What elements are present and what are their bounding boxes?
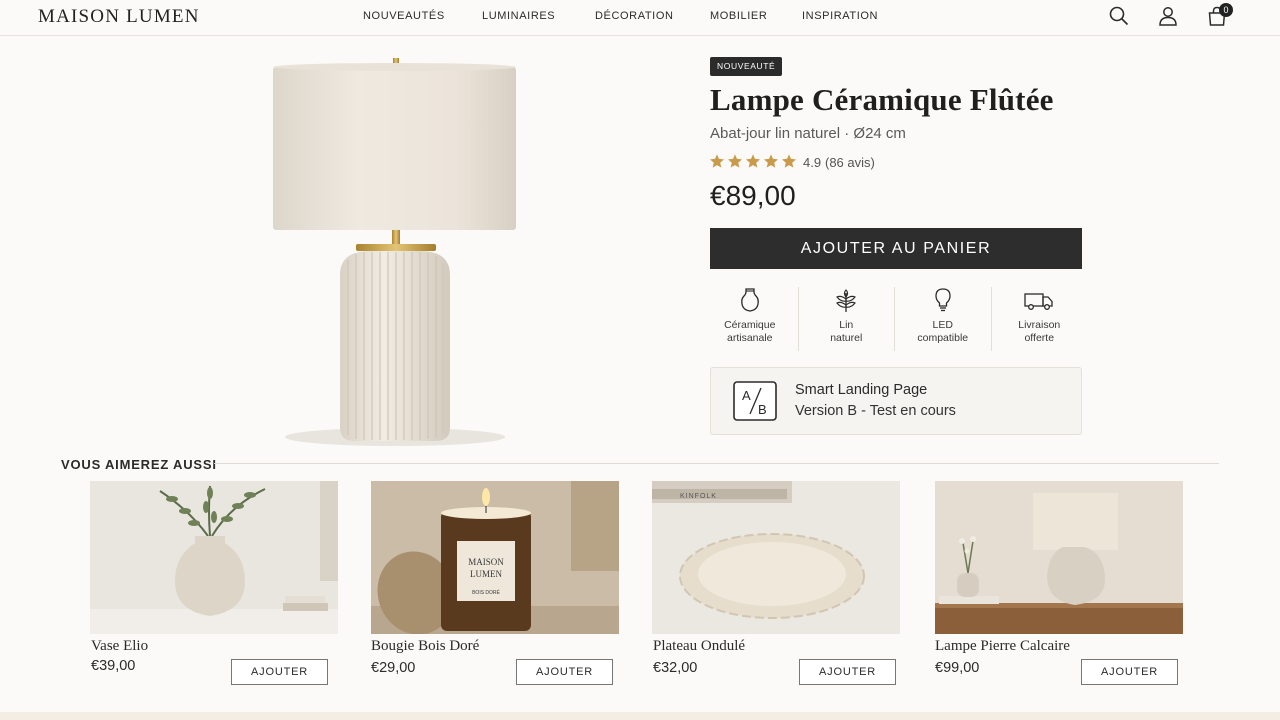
add-button-tray[interactable]: AJOUTER	[799, 659, 896, 685]
truck-icon	[1024, 293, 1053, 310]
product-image-tray[interactable]: KINFOLK	[652, 481, 900, 634]
feature-ceramique: Céramique artisanale	[702, 287, 798, 351]
feature-line1: Lin	[839, 319, 854, 331]
feature-led: LED compatible	[894, 287, 991, 351]
product-features: Céramique artisanale Lin naturel LED compat…	[702, 287, 1087, 351]
vase-icon	[740, 288, 759, 312]
product-image-stone-lamp[interactable]	[935, 481, 1183, 634]
reviews-count-link[interactable]: (86 avis)	[825, 155, 875, 170]
add-to-cart-button[interactable]: AJOUTER AU PANIER	[710, 228, 1082, 269]
nav-decoration[interactable]: DÉCORATION	[595, 10, 674, 22]
product-image-lamp	[273, 58, 516, 446]
add-button-stone-lamp[interactable]: AJOUTER	[1081, 659, 1178, 685]
ab-icon-b: B	[758, 402, 767, 417]
feature-line2: artisanale	[726, 332, 773, 344]
recommendations-heading: VOUS AIMEREZ AUSSI	[61, 457, 217, 472]
feature-line1: LED	[932, 319, 953, 331]
product-price-vase: €39,00	[91, 658, 136, 674]
feature-line2: compatible	[917, 332, 969, 344]
product-subtitle: Abat-jour lin naturel · Ø24 cm	[710, 125, 906, 142]
search-icon[interactable]	[1108, 5, 1130, 27]
product-title: Lampe Céramique Flûtée	[710, 82, 1054, 117]
add-button-vase[interactable]: AJOUTER	[231, 659, 328, 685]
candle-label-line1: MAISON	[468, 557, 504, 567]
site-header: MAISON LUMEN NOUVEAUTÉS LUMINAIRES DÉCOR…	[0, 0, 1280, 36]
product-name-candle[interactable]: Bougie Bois Doré	[371, 638, 479, 655]
brand-logo[interactable]: MAISON LUMEN	[38, 6, 200, 28]
product-name-stone-lamp[interactable]: Lampe Pierre Calcaire	[935, 638, 1070, 655]
divider	[214, 463, 1219, 464]
star-icon	[746, 154, 760, 168]
nav-nouveautes[interactable]: NOUVEAUTÉS	[363, 10, 445, 22]
product-price-tray: €32,00	[653, 660, 698, 676]
product-image-candle[interactable]: MAISON LUMEN BOIS DORÉ	[371, 481, 619, 634]
product-image-vase[interactable]	[90, 481, 338, 634]
candle-label-line2: LUMEN	[470, 569, 502, 579]
nav-luminaires[interactable]: LUMINAIRES	[482, 10, 555, 22]
ab-test-icon: A B	[733, 381, 777, 421]
bulb-icon	[935, 288, 951, 312]
footer-edge	[0, 712, 1280, 720]
product-name-tray[interactable]: Plateau Ondulé	[653, 638, 745, 655]
user-icon[interactable]	[1157, 5, 1179, 27]
feature-line1: Céramique	[724, 319, 776, 331]
rating-value: 4.9	[803, 155, 822, 170]
nav-inspiration[interactable]: INSPIRATION	[802, 10, 878, 22]
star-icon	[728, 154, 742, 168]
new-badge: NOUVEAUTÉ	[710, 57, 783, 76]
star-icon	[710, 154, 724, 168]
ab-test-status: Version B - Test en cours	[795, 403, 956, 419]
book-text: KINFOLK	[680, 493, 717, 500]
add-button-candle[interactable]: AJOUTER	[516, 659, 613, 685]
star-icon	[764, 154, 778, 168]
candle-label-line3: BOIS DORÉ	[472, 589, 500, 596]
leaf-icon	[836, 289, 857, 312]
product-price: €89,00	[710, 180, 796, 211]
feature-line2: offerte	[1024, 332, 1055, 344]
ab-icon-a: A	[742, 388, 751, 403]
feature-line2: naturel	[830, 332, 863, 344]
feature-line1: Livraison	[1018, 319, 1061, 331]
rating-stars[interactable]	[709, 153, 797, 169]
product-name-vase[interactable]: Vase Elio	[91, 638, 148, 655]
feature-lin: Lin naturel	[797, 287, 895, 351]
feature-livraison: Livraison offerte	[990, 287, 1088, 351]
ab-test-title: Smart Landing Page	[795, 382, 928, 398]
product-price-stone-lamp: €99,00	[935, 660, 980, 676]
cart-count-badge: 0	[1219, 3, 1233, 17]
product-price-candle: €29,00	[371, 660, 416, 676]
ab-test-panel: A B Smart Landing Page Version B - Test …	[710, 367, 1082, 435]
star-icon	[782, 154, 796, 168]
nav-mobilier[interactable]: MOBILIER	[710, 10, 767, 22]
